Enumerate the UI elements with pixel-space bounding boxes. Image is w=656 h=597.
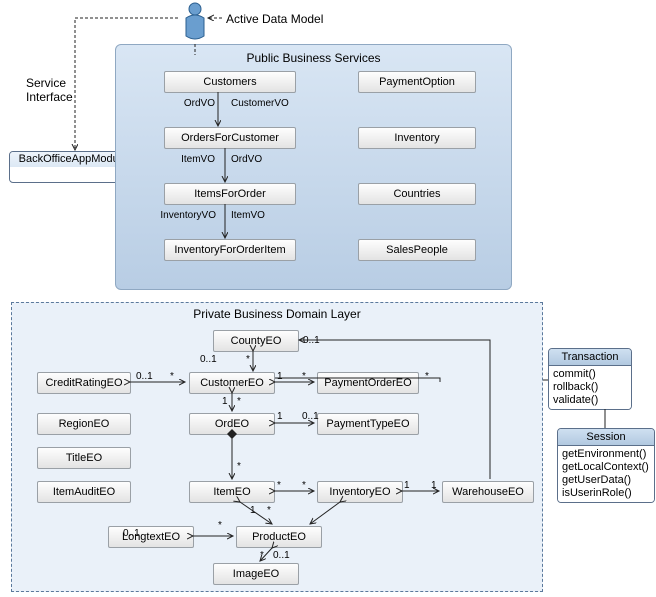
pbs-countries: Countries: [358, 183, 476, 205]
transaction-box: Transaction commit() rollback() validate…: [548, 348, 632, 410]
mult-1: 1: [250, 505, 256, 516]
mult-0-1: 0..1: [200, 354, 217, 365]
active-data-model-label: Active Data Model: [226, 12, 323, 26]
session-get-environment: getEnvironment(): [562, 448, 650, 461]
mult-star: *: [246, 354, 250, 365]
transaction-rollback: rollback(): [553, 381, 627, 394]
customer-eo: CustomerEO: [189, 372, 275, 394]
session-header: Session: [558, 429, 654, 446]
county-eo: CountyEO: [213, 330, 299, 352]
mult-star: *: [302, 480, 306, 491]
item-audit-eo: ItemAuditEO: [37, 481, 131, 503]
flow-ordvo-2: OrdVO: [231, 154, 262, 165]
mult-0-1: 0..1: [136, 371, 153, 382]
session-box: Session getEnvironment() getLocalContext…: [557, 428, 655, 503]
pbs-title: Public Business Services: [116, 45, 511, 65]
mult-star: *: [218, 520, 222, 531]
mult-0-1: 0..1: [303, 335, 320, 346]
mult-star: *: [237, 461, 241, 472]
product-eo: ProductEO: [236, 526, 322, 548]
session-get-user-data: getUserData(): [562, 474, 650, 487]
payment-order-eo: PaymentOrderEO: [317, 372, 419, 394]
flow-itemvo-1: ItemVO: [179, 154, 215, 165]
public-business-services-panel: Public Business Services Customers Order…: [115, 44, 512, 290]
item-eo: ItemEO: [189, 481, 275, 503]
session-get-local-context: getLocalContext(): [562, 461, 650, 474]
inventory-eo: InventoryEO: [317, 481, 403, 503]
mult-1: 1: [222, 396, 228, 407]
mult-1: 1: [277, 371, 283, 382]
longtext-eo: LongtextEO: [108, 526, 194, 548]
transaction-header: Transaction: [549, 349, 631, 366]
flow-itemvo-2: ItemVO: [231, 210, 265, 221]
image-eo: ImageEO: [213, 563, 299, 585]
flow-inventoryvo-1: InventoryVO: [152, 210, 216, 221]
mult-star: *: [425, 371, 429, 382]
mult-1: 1: [431, 480, 437, 491]
mult-1: 1: [277, 411, 283, 422]
payment-type-eo: PaymentTypeEO: [317, 413, 419, 435]
session-is-user-in-role: isUserinRole(): [562, 487, 650, 500]
flow-customervo-1: CustomerVO: [231, 98, 289, 109]
service-interface-label: Service Interface: [26, 76, 73, 104]
transaction-validate: validate(): [553, 394, 627, 407]
pbs-payment-option: PaymentOption: [358, 71, 476, 93]
pbs-inventory: Inventory: [358, 127, 476, 149]
private-domain-panel: Private Business Domain Layer CountyEO C…: [11, 302, 543, 592]
pbs-items-for-order: ItemsForOrder: [164, 183, 296, 205]
mult-star: *: [170, 371, 174, 382]
pbs-orders-for-customer: OrdersForCustomer: [164, 127, 296, 149]
pbs-customers: Customers: [164, 71, 296, 93]
mult-star: *: [237, 396, 241, 407]
mult-star: *: [277, 480, 281, 491]
ord-eo: OrdEO: [189, 413, 275, 435]
mult-star: *: [260, 550, 264, 561]
domain-title: Private Business Domain Layer: [12, 303, 542, 325]
pbs-inventory-for-order-item: InventoryForOrderItem: [164, 239, 296, 261]
pbs-sales-people: SalesPeople: [358, 239, 476, 261]
flow-ordvo-1: OrdVO: [179, 98, 215, 109]
warehouse-eo: WarehouseEO: [442, 481, 534, 503]
mult-star: *: [302, 371, 306, 382]
mult-0-1: 0..1: [302, 411, 319, 422]
mult-0-1: 0..1: [273, 550, 290, 561]
mult-star: *: [267, 505, 271, 516]
region-eo: RegionEO: [37, 413, 131, 435]
transaction-commit: commit(): [553, 368, 627, 381]
credit-rating-eo: CreditRatingEO: [37, 372, 131, 394]
title-eo: TitleEO: [37, 447, 131, 469]
architecture-diagram: Active Data Model Service Interface Back…: [0, 0, 656, 597]
mult-1: 1: [404, 480, 410, 491]
mult-0-1: 0..1: [123, 528, 140, 539]
